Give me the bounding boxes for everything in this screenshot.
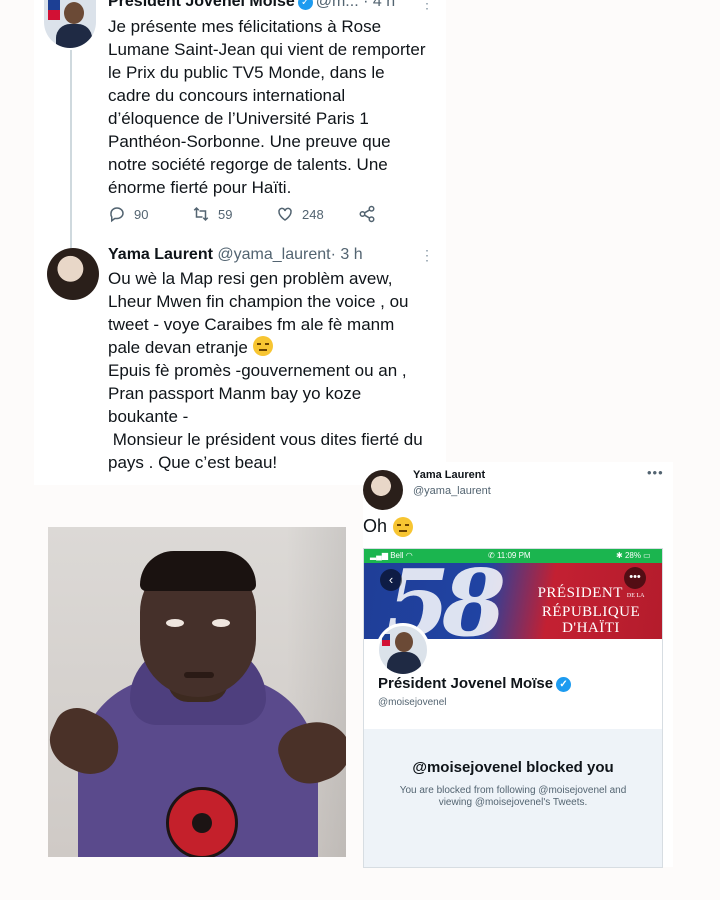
back-icon[interactable]: ‹ bbox=[380, 569, 402, 591]
tweet1-line: énorme fierté pour Haïti. bbox=[108, 178, 292, 197]
quote-tweet-card: Yama Laurent @yama_laurent ••• Oh ▂▄▆ Be… bbox=[363, 462, 673, 868]
banner-title: PRÉSIDENT DE LA RÉPUBLIQUE D'HAÏTI bbox=[526, 585, 656, 636]
more-icon[interactable]: ••• bbox=[647, 465, 664, 480]
profile-avatar[interactable] bbox=[376, 623, 430, 677]
status-battery: ✱ 28% ▭ bbox=[616, 551, 651, 560]
tweet1-actions: 90 59 248 bbox=[108, 205, 408, 227]
verified-icon: ✓ bbox=[297, 0, 313, 10]
tweet1-line: le Prix du public TV5 Monde, dans le bbox=[108, 63, 385, 82]
avatar-yama[interactable] bbox=[47, 248, 99, 300]
tweet1-text: Je présente mes félicitations à Rose Lum… bbox=[108, 15, 438, 199]
banner-title-line3: D'HAÏTI bbox=[562, 620, 620, 636]
retweet-count: 59 bbox=[218, 206, 233, 222]
reply-button[interactable]: 90 bbox=[108, 205, 148, 223]
tweet2-line: Epuis fè promès -gouvernement ou an , bbox=[108, 361, 407, 380]
verified-icon: ✓ bbox=[556, 677, 572, 692]
like-icon bbox=[278, 207, 292, 221]
tweet2-line: Ou wè la Map resi gen problèm avew, bbox=[108, 269, 393, 288]
tweet2-line: Pran passport Manm bay yo koze bbox=[108, 384, 362, 403]
quote-author-name[interactable]: Yama Laurent bbox=[413, 469, 485, 481]
unamused-emoji-icon bbox=[393, 516, 414, 537]
retweet-icon bbox=[193, 206, 209, 222]
more-icon[interactable]: ⋮ bbox=[420, 247, 434, 264]
profile-screenshot: ▂▄▆ Bell ◠ ✆ 11:09 PM ✱ 28% ▭ 58 PRÉSIDE… bbox=[363, 548, 663, 868]
profile-handle: @moisejovenel bbox=[378, 697, 447, 708]
tweet2-text: Ou wè la Map resi gen problèm avew, Lheu… bbox=[108, 267, 442, 474]
tweet1-author-name[interactable]: Président Jovenel Moïse bbox=[108, 0, 295, 10]
banner-title-line1: PRÉSIDENT bbox=[537, 585, 623, 601]
tweet2-line: tweet - voye Caraibes fm ale fè manm bbox=[108, 315, 395, 334]
tweet2-line: Lheur Mwen fin champion the voice , ou bbox=[108, 292, 409, 311]
tweet2-author-handle[interactable]: @yama_laurent bbox=[217, 246, 330, 263]
tweet2-line: Monsieur le président vous dites fierté … bbox=[108, 430, 423, 449]
status-bar: ▂▄▆ Bell ◠ ✆ 11:09 PM ✱ 28% ▭ bbox=[364, 549, 662, 563]
blocked-description: You are blocked from following @moisejov… bbox=[399, 785, 627, 808]
tweet2-line-with-emoji: pale devan etranje bbox=[108, 336, 442, 359]
tweet1-line: Panthéon-Sorbonne. Une preuve que bbox=[108, 132, 391, 151]
tweet2-time: · 3 h bbox=[330, 246, 363, 263]
profile-name-text: Président Jovenel Moïse bbox=[378, 675, 554, 692]
blocked-notice: @moisejovenel blocked you You are blocke… bbox=[364, 729, 662, 867]
tweet1-time: · 4 h bbox=[363, 0, 396, 10]
quote-text-body: Oh bbox=[363, 516, 388, 536]
more-icon[interactable]: ⋮ bbox=[420, 0, 434, 12]
tweet1-line: notre société regorge de talents. Une bbox=[108, 155, 388, 174]
share-icon bbox=[359, 205, 375, 223]
tweet1-line: cadre du concours international bbox=[108, 86, 346, 105]
avatar-yama-small[interactable] bbox=[363, 470, 403, 510]
tweet1-author-handle[interactable]: @m... bbox=[316, 0, 359, 10]
retweet-button[interactable]: 59 bbox=[192, 205, 232, 223]
like-count: 248 bbox=[302, 206, 324, 222]
tweet1-header: Président Jovenel Moïse ✓ @m... · 4 h bbox=[108, 0, 395, 11]
tweet1-line: Je présente mes félicitations à Rose bbox=[108, 17, 382, 36]
reply-count: 90 bbox=[134, 206, 149, 222]
profile-name: Président Jovenel Moïse ✓ bbox=[378, 675, 574, 692]
tweet1-line: Lumane Saint-Jean qui vient de remporter bbox=[108, 40, 426, 59]
status-carrier: ▂▄▆ Bell ◠ bbox=[370, 551, 413, 560]
banner-title-small: DE LA bbox=[626, 593, 645, 599]
banner-title-line2: RÉPUBLIQUE bbox=[541, 604, 641, 620]
tweet2-author-name[interactable]: Yama Laurent bbox=[108, 246, 213, 263]
avatar-moise[interactable] bbox=[44, 0, 96, 48]
reply-icon bbox=[110, 207, 124, 223]
share-button[interactable] bbox=[358, 205, 376, 223]
more-icon[interactable]: ••• bbox=[624, 567, 646, 589]
status-time: ✆ 11:09 PM bbox=[488, 551, 531, 560]
hoodie-emblem bbox=[166, 787, 238, 857]
quote-text: Oh bbox=[363, 516, 414, 537]
meme-photo bbox=[48, 527, 346, 857]
quote-author-handle[interactable]: @yama_laurent bbox=[413, 485, 491, 497]
thread-connector bbox=[70, 50, 72, 248]
like-button[interactable]: 248 bbox=[276, 205, 324, 223]
blocked-title: @moisejovenel blocked you bbox=[412, 759, 614, 776]
thinking-emoji-icon bbox=[252, 336, 273, 356]
tweet2-line: boukante - bbox=[108, 407, 189, 426]
tweet2-line: pale devan etranje bbox=[108, 338, 248, 357]
tweet2-header: Yama Laurent @yama_laurent· 3 h bbox=[108, 246, 363, 264]
tweet1-line: d’éloquence de l’Université Paris 1 bbox=[108, 109, 369, 128]
